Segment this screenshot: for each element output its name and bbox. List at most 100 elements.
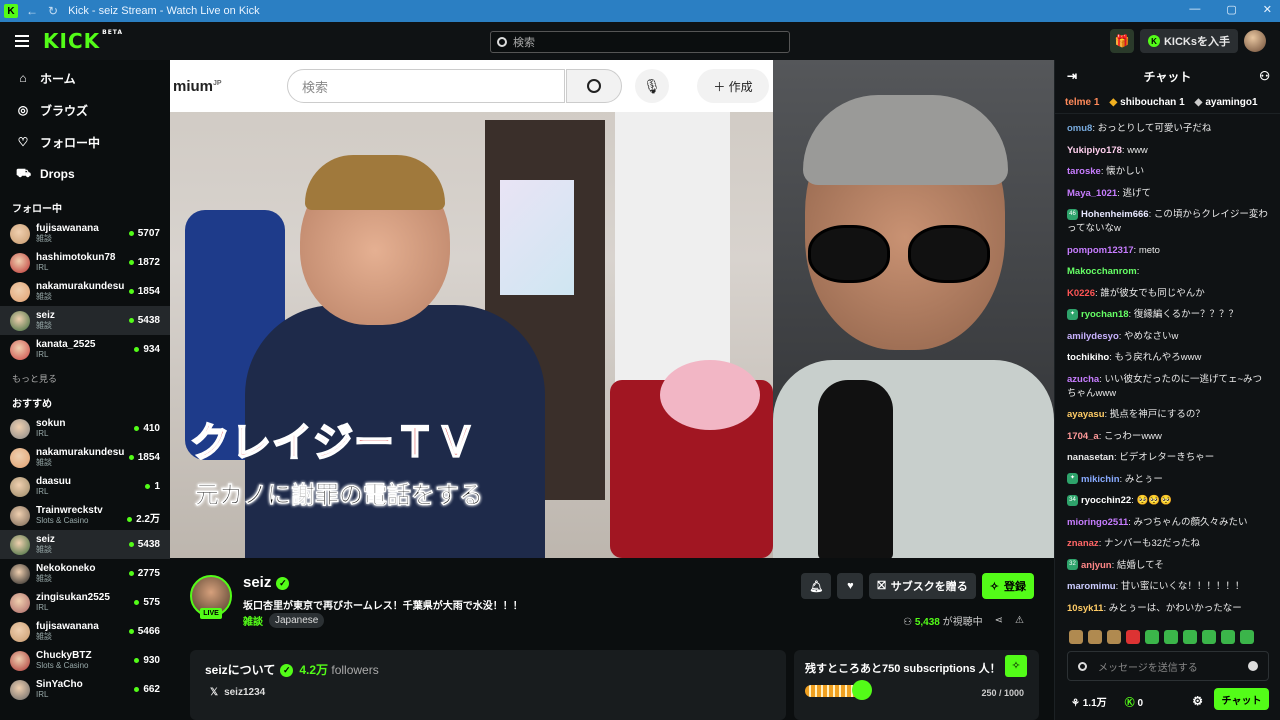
channel-name[interactable]: seiz ✓	[243, 574, 290, 591]
sidebar-channel-item[interactable]: Nekokoneko 雑談 2775	[0, 559, 170, 588]
chat-username[interactable]: tochikiho	[1067, 352, 1109, 363]
collapse-chat-icon[interactable]: ⇥	[1067, 69, 1077, 83]
emote-icon[interactable]	[1164, 630, 1178, 644]
chat-username[interactable]: taroske	[1067, 166, 1101, 177]
emote-icon[interactable]	[1145, 630, 1159, 644]
follow-button[interactable]: ✧ 登録	[981, 573, 1034, 599]
sidebar-channel-item[interactable]: fujisawanana 雑談 5707	[0, 219, 170, 248]
emoji-icon[interactable]	[1248, 661, 1258, 671]
emote-icon[interactable]	[1183, 630, 1197, 644]
sidebar-channel-item[interactable]: zingisukan2525 IRL 575	[0, 588, 170, 617]
back-icon[interactable]: ←	[26, 4, 38, 18]
favorite-button[interactable]: ♥	[837, 573, 864, 599]
gifter-item[interactable]: ayamingo1	[1195, 97, 1257, 108]
chat-username[interactable]: K0226	[1067, 288, 1095, 299]
sidebar-channel-item[interactable]: daasuu IRL 1	[0, 472, 170, 501]
goal-sparkle-button[interactable]: ✧	[1005, 655, 1027, 677]
sidebar-channel-item[interactable]: ChuckyBTZ Slots & Casino 930	[0, 646, 170, 675]
chat-username[interactable]: Maya_1021	[1067, 188, 1117, 199]
chat-text: 懐かしい	[1106, 166, 1145, 177]
emote-icon[interactable]	[1221, 630, 1235, 644]
video-player[interactable]: miumJP 検索 🎙 ＋ 作成 クレイジーＴＶ 元カノに謝罪の電話をする	[170, 60, 1054, 558]
emote-icon[interactable]	[1107, 630, 1121, 644]
get-kicks-button[interactable]: K KICKsを入手	[1139, 29, 1238, 53]
chat-username[interactable]: ayayasu	[1067, 409, 1105, 420]
menu-icon[interactable]	[15, 32, 29, 50]
user-avatar[interactable]	[1244, 30, 1266, 52]
emote-icon[interactable]	[1069, 630, 1083, 644]
emote-icon[interactable]	[1240, 630, 1254, 644]
chat-username[interactable]: maromimu	[1067, 581, 1116, 592]
channel-name: fujisawanana	[36, 223, 99, 234]
channel-avatar	[10, 563, 30, 584]
nav-following[interactable]: ♡ フォロー中	[0, 126, 170, 158]
sidebar-channel-item[interactable]: hashimotokun78 IRL 1872	[0, 248, 170, 277]
x-icon: 𝕏	[210, 687, 219, 698]
emote-icon[interactable]	[1088, 630, 1102, 644]
browser-titlebar: K ← ↻ Kick - seiz Stream - Watch Live on…	[0, 0, 1280, 22]
gifter-item[interactable]: telme 1	[1065, 97, 1099, 108]
gift-subscription-button[interactable]: ⛝ サブスクを贈る	[869, 573, 976, 599]
chat-username[interactable]: ryocchin22	[1081, 495, 1131, 506]
nav-home[interactable]: ⌂ ホーム	[0, 62, 170, 94]
sidebar-channel-item[interactable]: seiz 雑談 5438	[0, 306, 170, 335]
close-icon[interactable]: ✕	[1263, 3, 1272, 16]
chat-username[interactable]: mikichin	[1081, 474, 1120, 485]
nav-drops[interactable]: ⛟ Drops	[0, 158, 170, 190]
gifter-item[interactable]: shibouchan 1	[1109, 97, 1184, 108]
sidebar-channel-item[interactable]: nakamurakundesu 雑談 1854	[0, 443, 170, 472]
channel-category: Slots & Casino	[36, 516, 89, 525]
sidebar-channel-item[interactable]: sokun IRL 410	[0, 414, 170, 443]
reload-icon[interactable]: ↻	[48, 4, 58, 18]
emote-icon[interactable]	[1126, 630, 1140, 644]
chat-username[interactable]: mioringo2511	[1067, 517, 1128, 528]
x-social-link[interactable]: 𝕏seiz1234	[210, 687, 265, 698]
sidebar-channel-item[interactable]: seiz 雑談 5438	[0, 530, 170, 559]
chat-username[interactable]: 10syk11	[1067, 603, 1103, 614]
chat-username[interactable]: Makocchanrom	[1067, 266, 1137, 277]
chat-text: みとぅーは、かわいかったなー	[1108, 602, 1242, 614]
chat-username[interactable]: Yukipiyo178	[1067, 145, 1122, 156]
category-link[interactable]: 雑談	[243, 613, 263, 628]
channel-category: IRL	[36, 603, 49, 612]
show-more-link[interactable]: もっと見る	[0, 372, 170, 385]
kicks-balance[interactable]: ⚘ 1.1万	[1071, 694, 1107, 709]
channel-avatar	[10, 252, 30, 273]
report-icon[interactable]: ⚠	[1015, 615, 1024, 626]
chat-username[interactable]: pompom12317	[1067, 245, 1134, 256]
sidebar-channel-item[interactable]: fujisawanana 雑談 5466	[0, 617, 170, 646]
sidebar-channel-item[interactable]: nakamurakundesu 雑談 1854	[0, 277, 170, 306]
chat-username[interactable]: nanasetan	[1067, 452, 1114, 463]
minimize-icon[interactable]: —	[1189, 3, 1200, 16]
gift-subscription-label: サブスクを贈る	[890, 581, 968, 593]
nav-browse[interactable]: ◎ ブラウズ	[0, 94, 170, 126]
chat-message-input[interactable]: メッセージを送信する	[1067, 651, 1269, 681]
chat-username[interactable]: amilydesyo	[1067, 331, 1119, 342]
chat-username[interactable]: ryochan18	[1081, 309, 1129, 320]
gift-icon[interactable]: 🎁	[1109, 29, 1134, 53]
channel-avatar	[10, 505, 30, 526]
channel-avatar	[10, 476, 30, 497]
chat-username[interactable]: Hohenheim666	[1081, 209, 1149, 220]
live-badge: LIVE	[200, 608, 222, 619]
sidebar-channel-item[interactable]: SinYaCho IRL 662	[0, 675, 170, 704]
maximize-icon[interactable]: ▢	[1226, 3, 1236, 16]
emote-icon[interactable]	[1202, 630, 1216, 644]
share-icon[interactable]: ⋖	[995, 615, 1003, 626]
kick-logo[interactable]: KICK BETA	[43, 29, 123, 53]
language-tag[interactable]: Japanese	[269, 613, 325, 628]
gear-icon[interactable]: ⚙	[1192, 694, 1203, 708]
chat-users-icon[interactable]: ⚇	[1259, 69, 1270, 83]
sidebar-channel-item[interactable]: kanata_2525 IRL 934	[0, 335, 170, 364]
chat-username[interactable]: znanaz	[1067, 538, 1099, 549]
chat-username[interactable]: anjyun	[1081, 560, 1112, 571]
chat-username[interactable]: omu8	[1067, 123, 1092, 134]
coin-balance[interactable]: Ⓚ 0	[1125, 694, 1143, 709]
viewer-count: 5707	[129, 228, 160, 239]
sidebar-channel-item[interactable]: Trainwreckstv Slots & Casino 2.2万	[0, 501, 170, 530]
chat-username[interactable]: 1704_a	[1067, 431, 1099, 442]
notification-bell-button[interactable]: 🔔︎	[801, 573, 832, 599]
send-chat-button[interactable]: チャット	[1214, 688, 1269, 710]
search-input[interactable]: 検索	[490, 31, 790, 53]
chat-username[interactable]: azucha	[1067, 374, 1099, 385]
